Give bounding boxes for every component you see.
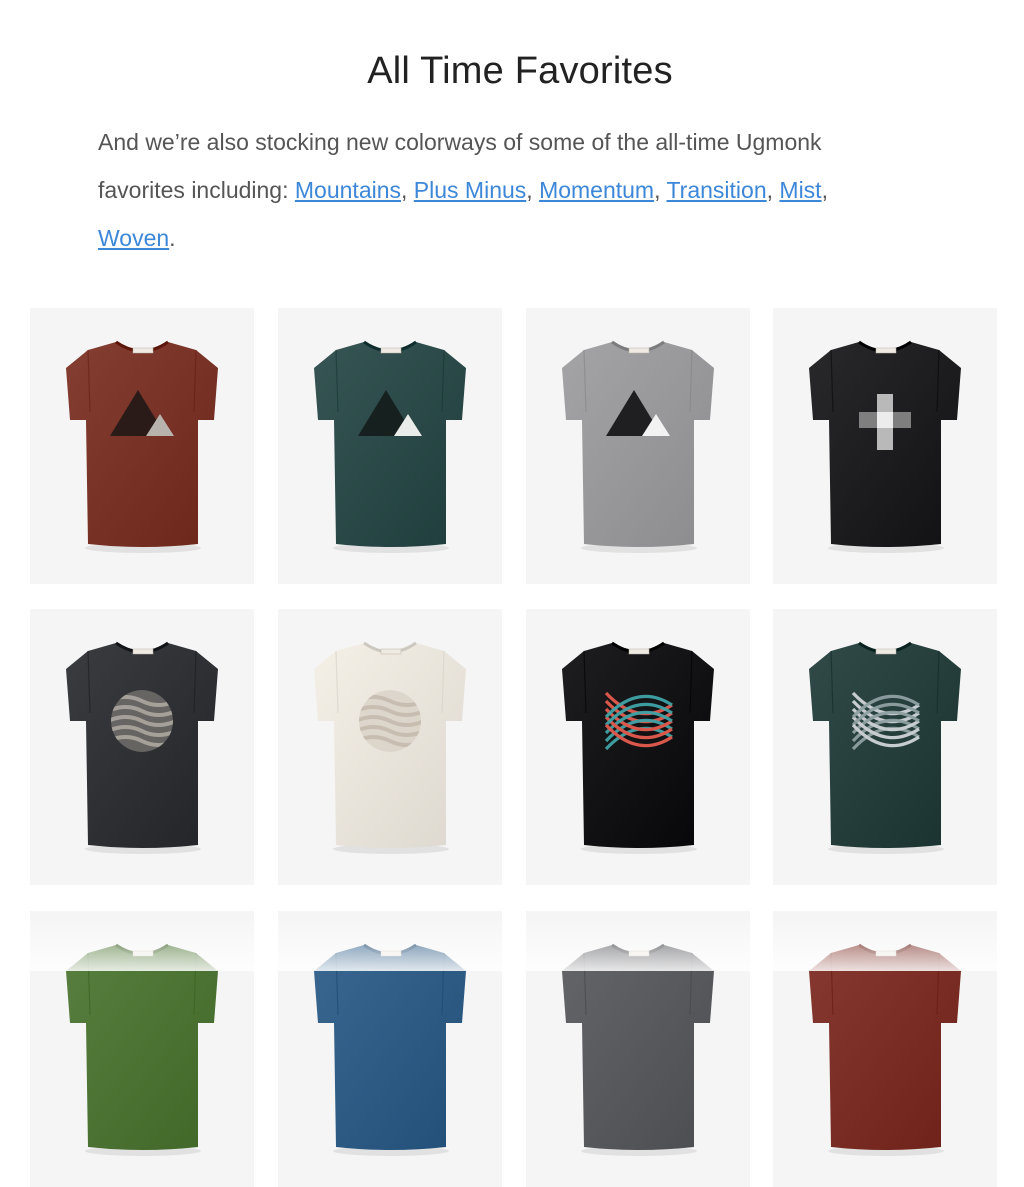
link-mist[interactable]: Mist	[779, 177, 821, 203]
tshirt-image	[809, 340, 961, 553]
tshirt-image	[314, 340, 466, 553]
product-tile[interactable]	[30, 308, 254, 584]
tshirt-image	[314, 641, 466, 854]
link-separator: ,	[766, 177, 780, 203]
link-mountains[interactable]: Mountains	[295, 177, 401, 203]
product-tile[interactable]	[526, 609, 750, 885]
link-momentum[interactable]: Momentum	[539, 177, 654, 203]
link-transition[interactable]: Transition	[666, 177, 766, 203]
product-tile[interactable]	[30, 609, 254, 885]
tshirt-image	[562, 641, 714, 854]
link-separator: ,	[821, 177, 828, 203]
tshirt-image	[562, 340, 714, 553]
link-separator: ,	[401, 177, 414, 203]
link-woven[interactable]: Woven	[98, 225, 169, 251]
product-tile[interactable]	[278, 308, 502, 584]
tshirt-image	[66, 641, 218, 854]
intro-paragraph: And we’re also stocking new colorways of…	[98, 118, 898, 262]
tshirt-image	[809, 641, 961, 854]
scroll-fade	[0, 915, 1024, 971]
intro-prefix: favorites including:	[98, 177, 295, 203]
product-tile[interactable]	[526, 308, 750, 584]
tshirt-image	[66, 340, 218, 553]
link-plus-minus[interactable]: Plus Minus	[414, 177, 526, 203]
link-separator: ,	[526, 177, 540, 203]
product-tile[interactable]	[278, 609, 502, 885]
intro-text: And we’re also stocking new colorways of…	[98, 129, 822, 155]
link-separator: ,	[654, 177, 667, 203]
intro-end: .	[169, 225, 176, 251]
product-tile[interactable]	[773, 308, 997, 584]
section-title: All Time Favorites	[367, 50, 673, 92]
product-tile[interactable]	[773, 609, 997, 885]
